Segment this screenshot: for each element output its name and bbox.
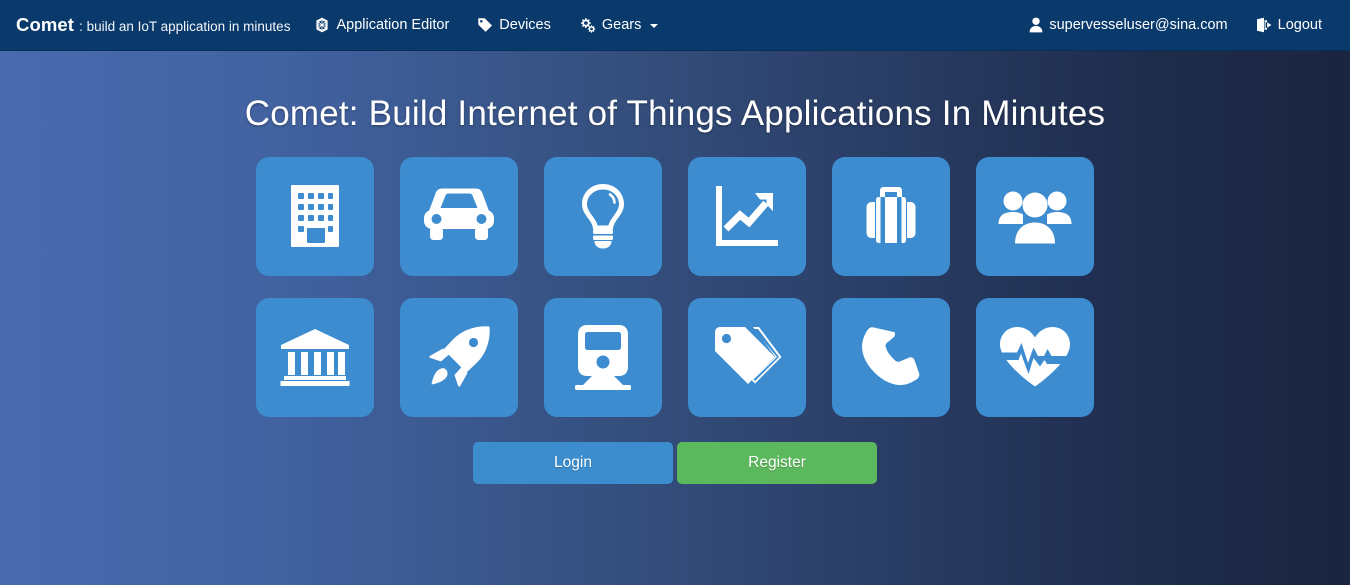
navbar-left-group: Comet : build an IoT application in minu…: [16, 0, 672, 51]
tile-tags[interactable]: [688, 297, 806, 417]
login-button[interactable]: Login: [473, 441, 673, 484]
page-title: Comet: Build Internet of Things Applicat…: [244, 94, 1106, 133]
tile-phone[interactable]: [832, 297, 950, 417]
nav-item-logout[interactable]: Logout: [1242, 0, 1336, 51]
nav-item-user-account[interactable]: supervesseluser@sina.com: [1015, 0, 1241, 51]
nav-item-application-editor[interactable]: Application Editor: [300, 0, 463, 51]
rocket-icon: [427, 325, 491, 389]
tile-train[interactable]: [544, 297, 662, 417]
top-navbar: Comet : build an IoT application in minu…: [0, 0, 1350, 51]
nav-item-label: Devices: [499, 16, 551, 33]
auth-actions: Login Register: [473, 441, 877, 484]
users-group-icon: [998, 188, 1072, 244]
user-icon: [1029, 17, 1043, 33]
train-icon: [575, 324, 631, 390]
tile-bank[interactable]: [256, 297, 374, 417]
suitcase-icon: [860, 185, 922, 247]
brand-tagline: : build an IoT application in minutes: [79, 19, 291, 34]
navbar-right-group: supervesseluser@sina.com Logout: [1015, 0, 1336, 51]
category-tile-grid: [256, 156, 1094, 417]
phone-icon: [860, 326, 922, 388]
lightbulb-icon: [580, 183, 626, 249]
building-icon: [287, 185, 343, 247]
tag-icon: [477, 17, 493, 33]
nav-item-gears[interactable]: Gears: [565, 0, 673, 51]
brand-name: Comet: [16, 14, 75, 35]
tile-lightbulb[interactable]: [544, 156, 662, 276]
chevron-down-icon: [650, 24, 659, 28]
heartbeat-icon: [999, 326, 1071, 388]
nav-item-label: Gears: [601, 16, 642, 33]
hero-section: Comet: Build Internet of Things Applicat…: [0, 51, 1350, 585]
tile-rocket[interactable]: [400, 297, 518, 417]
chart-line-icon: [715, 185, 779, 247]
tile-chart-line[interactable]: [688, 156, 806, 276]
tile-users-group[interactable]: [976, 156, 1094, 276]
tile-building[interactable]: [256, 156, 374, 276]
tile-suitcase[interactable]: [832, 156, 950, 276]
network-globe-icon: [314, 17, 330, 33]
sign-out-icon: [1256, 17, 1272, 33]
car-icon: [423, 187, 495, 245]
user-email-label: supervesseluser@sina.com: [1049, 16, 1228, 33]
register-button[interactable]: Register: [677, 441, 877, 484]
tags-icon: [712, 326, 782, 388]
nav-item-devices[interactable]: Devices: [463, 0, 565, 51]
brand-link[interactable]: Comet : build an IoT application in minu…: [16, 14, 300, 36]
cogs-icon: [579, 17, 596, 33]
nav-item-label: Application Editor: [336, 16, 450, 33]
tile-car[interactable]: [400, 156, 518, 276]
logout-label: Logout: [1277, 16, 1322, 33]
bank-icon: [280, 328, 350, 386]
tile-heartbeat[interactable]: [976, 297, 1094, 417]
